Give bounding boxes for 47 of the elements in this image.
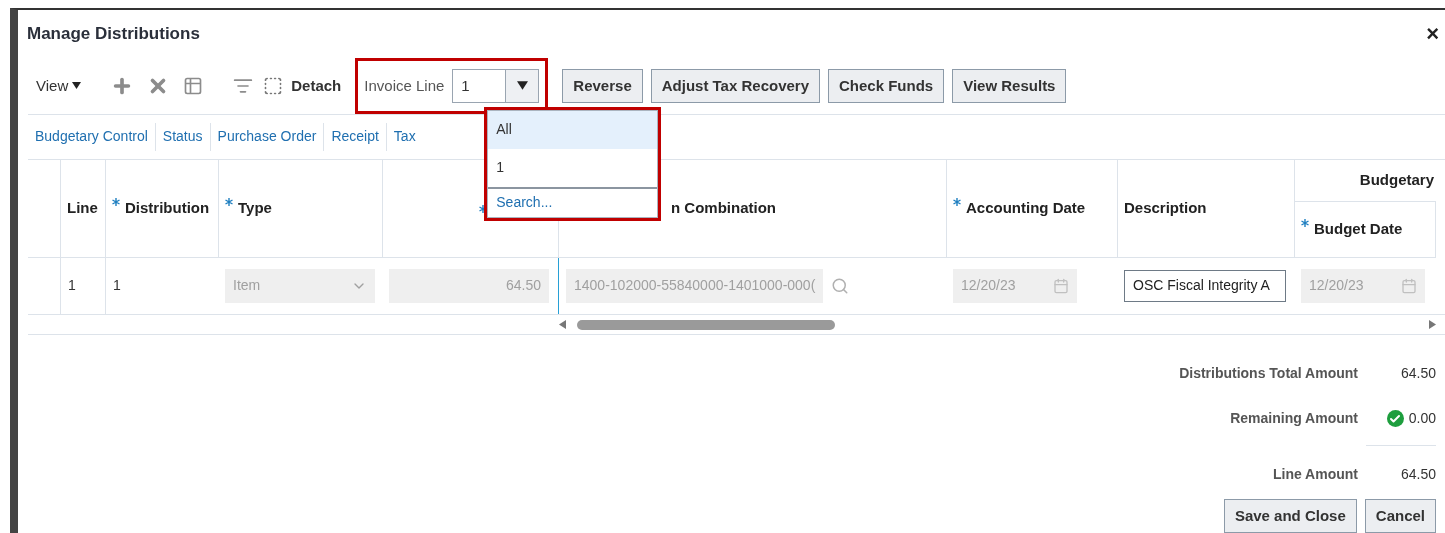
column-header: Distribution xyxy=(112,196,210,220)
freeze-icon[interactable] xyxy=(183,75,204,96)
calendar-icon xyxy=(1053,277,1069,294)
footer-button[interactable]: Cancel xyxy=(1364,499,1436,533)
tab-link[interactable]: Status xyxy=(155,126,210,148)
column-header: Budget Date xyxy=(1301,217,1403,241)
search-icon[interactable] xyxy=(831,276,850,295)
scrollbar-thumb[interactable] xyxy=(577,319,835,330)
caret-icon[interactable] xyxy=(516,80,528,92)
scroll-right-arrow-icon[interactable] xyxy=(1428,320,1437,330)
tab-link[interactable]: Budgetary Control xyxy=(28,126,155,148)
toolbar-button[interactable]: Adjust Tax Recovery xyxy=(650,68,820,103)
toolbar-button[interactable]: View Results xyxy=(952,68,1067,103)
table-cell-text: 1 xyxy=(68,276,76,296)
caret-icon[interactable] xyxy=(72,81,82,91)
detach-button[interactable]: Detach xyxy=(263,74,342,98)
invoice-line-label: Invoice Line xyxy=(364,75,445,96)
detach-icon xyxy=(263,75,284,96)
description-field[interactable]: OSC Fiscal Integrity A xyxy=(1124,269,1286,302)
summary-label: Distributions Total Amount xyxy=(1179,364,1358,383)
calendar-icon xyxy=(1401,277,1417,294)
dialog-title: Manage Distributions xyxy=(27,23,200,46)
table-cell-text: 1 xyxy=(113,276,121,296)
tab-link[interactable]: Tax xyxy=(386,126,423,148)
toolbar-button[interactable]: Reverse xyxy=(562,68,643,103)
column-header: Accounting Date xyxy=(953,196,1086,220)
column-header: n Combination xyxy=(671,197,776,218)
tab-link[interactable]: Purchase Order xyxy=(210,126,324,148)
toolbar-button[interactable]: Check Funds xyxy=(828,68,945,103)
summary-value: 64.50 xyxy=(1400,465,1436,484)
column-header: Line xyxy=(67,197,98,218)
tab-link[interactable]: Receipt xyxy=(324,126,386,148)
scroll-left-arrow-icon[interactable] xyxy=(558,320,567,330)
dropdown-option[interactable]: All xyxy=(488,110,658,149)
footer-button[interactable]: Save and Close xyxy=(1223,499,1357,533)
summary-value: 0.00 xyxy=(1408,409,1436,428)
summary-label: Remaining Amount xyxy=(1230,409,1358,428)
dropdown-button[interactable] xyxy=(505,69,539,102)
column-group-header: Budgetary xyxy=(1359,169,1434,190)
column-header: Description xyxy=(1124,197,1207,218)
search-link[interactable]: Search... xyxy=(496,192,553,214)
invoice-line-select[interactable]: 1 xyxy=(452,68,540,103)
summary-label: Line Amount xyxy=(1272,465,1358,484)
view-menu[interactable]: View xyxy=(28,74,90,98)
column-header: Type xyxy=(225,196,272,220)
close-button[interactable]: × xyxy=(1426,22,1439,45)
summary-value: 64.50 xyxy=(1400,364,1436,383)
